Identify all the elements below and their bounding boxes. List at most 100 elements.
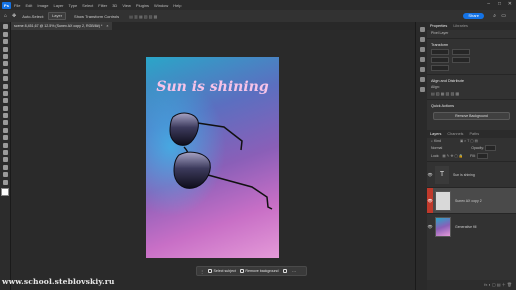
zoom-tool-button[interactable]: [2, 172, 8, 178]
visibility-eye-icon[interactable]: 👁: [427, 188, 433, 213]
share-button[interactable]: Share: [463, 13, 484, 19]
frame-tool-button[interactable]: [2, 61, 8, 67]
remove-background-icon: [239, 269, 244, 273]
layer-name: Sun is shining: [453, 172, 475, 177]
remove-background-button[interactable]: Remove background: [239, 269, 279, 273]
layers-footer-icons[interactable]: fx ◐ ▢ ▤ ＋ 🗑: [427, 280, 516, 290]
menu-view[interactable]: View: [122, 3, 131, 8]
layer-row-selected[interactable]: 👁 Sunex AX copy 2: [427, 187, 516, 213]
menu-edit[interactable]: Edit: [25, 3, 32, 8]
history-panel-icon[interactable]: [419, 27, 425, 32]
width-field[interactable]: [431, 49, 449, 55]
workspace-icon[interactable]: ▭: [501, 13, 506, 19]
remove-background-panel-button[interactable]: Remove Background: [433, 112, 510, 120]
pen-tool-button[interactable]: [2, 135, 8, 141]
document-tab[interactable]: scene 8,451,67 @ 12.5% (Sunex AX copy 2,…: [10, 22, 113, 30]
kind-filter-dropdown[interactable]: Kind: [434, 139, 441, 143]
visibility-eye-icon[interactable]: 👁: [427, 224, 433, 229]
tab-channels[interactable]: Channels: [444, 132, 466, 136]
select-subject-label: Select subject: [213, 269, 236, 273]
maximize-button[interactable]: □: [498, 1, 501, 7]
menu-file[interactable]: File: [14, 3, 20, 8]
paragraph-panel-icon[interactable]: [419, 87, 425, 92]
photoshop-logo-icon[interactable]: Ps: [2, 1, 11, 9]
path-selection-tool-button[interactable]: [2, 150, 8, 156]
history-brush-tool-button[interactable]: [2, 98, 8, 104]
menu-filter[interactable]: Filter: [98, 3, 107, 8]
divider: [427, 38, 516, 39]
y-field[interactable]: [452, 57, 470, 63]
menu-layer[interactable]: Layer: [53, 3, 63, 8]
remove-background-label: Remove background: [245, 269, 279, 273]
align-icons[interactable]: ▤ ▥ ▦ ▧ ▨ ▩: [129, 14, 157, 19]
healing-tool-button[interactable]: [2, 76, 8, 82]
blur-tool-button[interactable]: [2, 120, 8, 126]
document-canvas[interactable]: Sun is shining: [146, 57, 279, 258]
height-field[interactable]: [452, 49, 470, 55]
menu-select[interactable]: Select: [82, 3, 93, 8]
close-tab-icon[interactable]: ×: [106, 24, 108, 28]
hand-tool-button[interactable]: [2, 164, 8, 170]
visibility-eye-icon[interactable]: 👁: [427, 172, 433, 177]
show-transform-checkbox[interactable]: Show Transform Controls: [74, 14, 119, 19]
minimize-button[interactable]: –: [487, 1, 490, 7]
tab-layers[interactable]: Layers: [427, 132, 444, 136]
auto-select-target-dropdown[interactable]: Layer: [48, 12, 67, 20]
divider: [427, 74, 516, 75]
taskbar-more-icon[interactable]: ···: [292, 269, 296, 274]
color-panel-icon[interactable]: [419, 67, 425, 72]
shape-tool-button[interactable]: [2, 157, 8, 163]
tab-paths[interactable]: Paths: [466, 132, 482, 136]
menu-image[interactable]: Image: [37, 3, 48, 8]
transform-angle-row: [427, 64, 516, 72]
close-window-button[interactable]: ✕: [508, 1, 512, 7]
lasso-tool-button[interactable]: [2, 39, 8, 45]
move-tool-icon[interactable]: ✥: [12, 13, 16, 19]
dodge-tool-button[interactable]: [2, 127, 8, 133]
brush-tool-button[interactable]: [2, 83, 8, 89]
angle-field[interactable]: [431, 65, 449, 71]
swatches-panel-icon[interactable]: [419, 57, 425, 62]
eyedropper-tool-button[interactable]: [2, 68, 8, 74]
blend-mode-dropdown[interactable]: Normal: [431, 146, 442, 150]
menu-3d[interactable]: 3D: [112, 3, 117, 8]
crop-tool-button[interactable]: [2, 53, 8, 59]
libraries-panel-icon[interactable]: [419, 47, 425, 52]
color-swatches[interactable]: [0, 187, 12, 199]
foreground-color-swatch[interactable]: [0, 187, 9, 196]
layers-tabs: Layers Channels Paths: [427, 130, 516, 138]
document-tab-label: scene 8,451,67 @ 12.5% (Sunex AX copy 2,…: [14, 24, 103, 28]
home-icon[interactable]: ⌂: [4, 13, 7, 19]
fill-field[interactable]: [476, 153, 488, 159]
menu-window[interactable]: Window: [154, 3, 168, 8]
menu-plugins[interactable]: Plugins: [136, 3, 149, 8]
move-tool-button[interactable]: [2, 24, 8, 30]
drag-handle-icon[interactable]: ⋮: [200, 269, 204, 274]
layer-row-text[interactable]: 👁 T Sun is shining: [427, 161, 516, 187]
gradient-tool-button[interactable]: [2, 113, 8, 119]
marquee-tool-button[interactable]: [2, 31, 8, 37]
eraser-tool-button[interactable]: [2, 105, 8, 111]
opacity-field[interactable]: [485, 145, 497, 151]
object-selection-tool-button[interactable]: [2, 46, 8, 52]
layer-row-gradient[interactable]: 👁 Generative fill: [427, 213, 516, 239]
menu-type[interactable]: Type: [69, 3, 78, 8]
clone-stamp-tool-button[interactable]: [2, 90, 8, 96]
search-icon[interactable]: ⌕: [493, 13, 496, 19]
sunglasses-image[interactable]: [146, 57, 279, 258]
align-buttons[interactable]: ▤ ▥ ▦ ▧ ▨ ▩: [427, 90, 516, 97]
more-tools-icon[interactable]: [2, 179, 8, 185]
tab-properties[interactable]: Properties: [427, 24, 450, 28]
adjustments-panel-icon[interactable]: [419, 37, 425, 42]
select-subject-button[interactable]: Select subject: [208, 269, 236, 273]
document-tab-bar: scene 8,451,67 @ 12.5% (Sunex AX copy 2,…: [10, 22, 415, 30]
brush-panel-icon[interactable]: [419, 77, 425, 82]
filter-icons[interactable]: ▣ ◐ T ▢ ▤: [460, 139, 478, 143]
tab-libraries[interactable]: Libraries: [450, 24, 471, 28]
type-tool-button[interactable]: [2, 142, 8, 148]
lock-icons[interactable]: ▦ ✎ ✥ ▢ 🔒: [442, 154, 463, 158]
menu-help[interactable]: Help: [173, 3, 181, 8]
taskbar-settings-icon[interactable]: [282, 269, 289, 273]
auto-select-checkbox[interactable]: Auto-Select:: [22, 14, 44, 19]
x-field[interactable]: [431, 57, 449, 63]
